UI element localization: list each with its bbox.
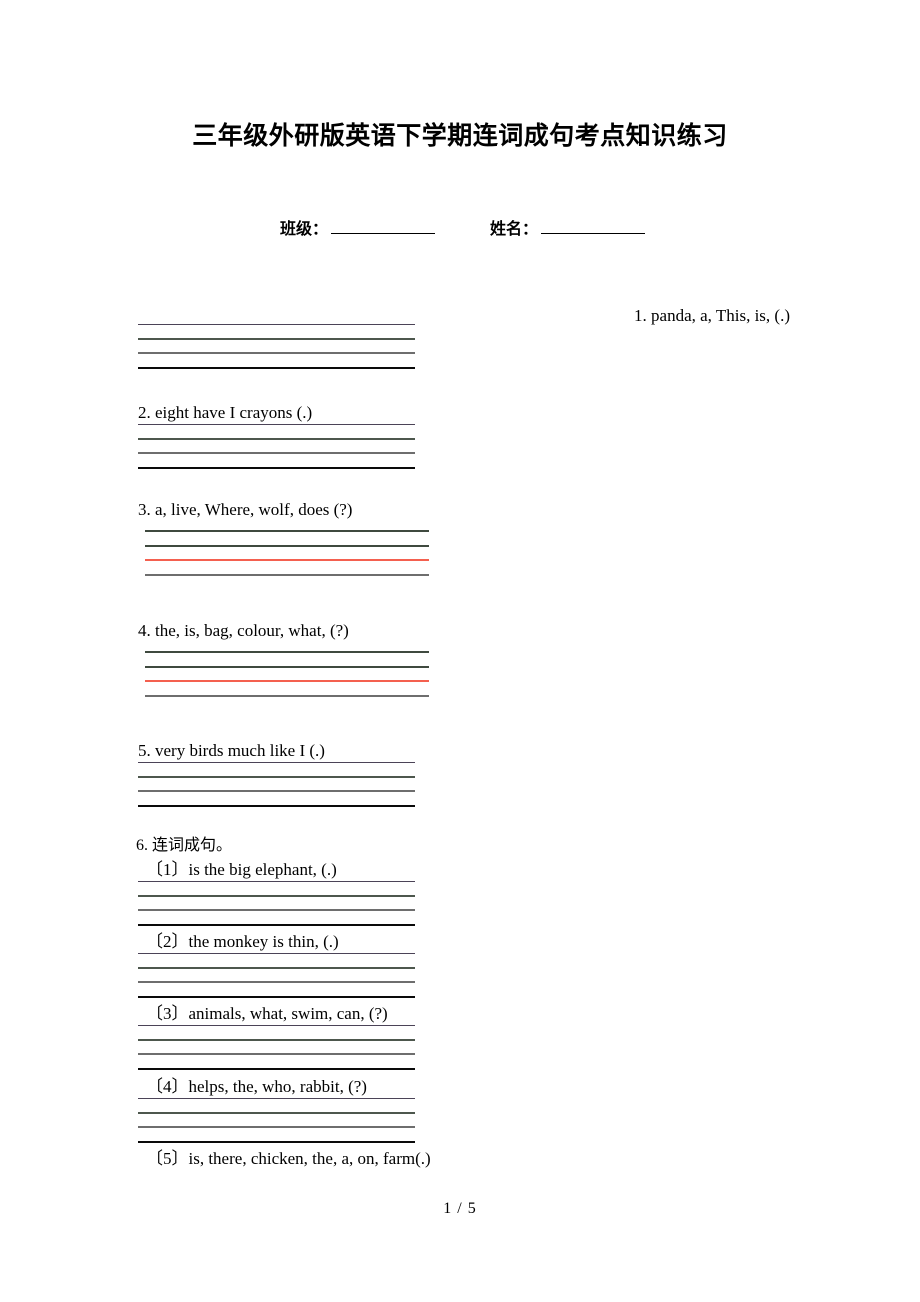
question-6-subitem-4-answer-lines[interactable] — [138, 1098, 415, 1143]
question-6-subitem-3-answer-lines[interactable] — [138, 1025, 415, 1070]
question-6-subitem-3-text: 〔3〕animals, what, swim, can, (?) — [146, 1004, 388, 1023]
question-4-answer-lines[interactable] — [145, 651, 429, 697]
worksheet-page: 三年级外研版英语下学期连词成句考点知识练习 班级： 姓名： 1. panda, … — [0, 0, 920, 1302]
answer-line[interactable] — [138, 804, 415, 807]
answer-line[interactable] — [138, 923, 415, 926]
answer-line[interactable] — [145, 573, 429, 576]
class-label: 班级： — [280, 219, 329, 238]
answer-line[interactable] — [138, 1067, 415, 1070]
question-6-subitem-5-text: 〔5〕is, there, chicken, the, a, on, farm(… — [146, 1149, 431, 1168]
name-field: 姓名： — [490, 215, 646, 239]
question-2-answer-lines[interactable] — [138, 424, 415, 469]
answer-line[interactable] — [138, 995, 415, 998]
name-label: 姓名： — [490, 219, 539, 238]
answer-line[interactable] — [138, 366, 415, 369]
page-number: 1 / 5 — [443, 1200, 477, 1217]
question-6-subitem-4-text: 〔4〕helps, the, who, rabbit, (?) — [146, 1077, 367, 1096]
class-field: 班级： — [280, 215, 436, 239]
question-2-text: 2. eight have I crayons (.) — [138, 403, 313, 422]
question-6-subitem-2-text: 〔2〕the monkey is thin, (.) — [146, 932, 339, 951]
question-3-answer-lines[interactable] — [145, 530, 429, 576]
answer-line[interactable] — [145, 694, 429, 697]
identity-row: 班级： 姓名： — [0, 215, 920, 241]
question-1-answer-lines[interactable] — [138, 324, 415, 369]
question-3-text: 3. a, live, Where, wolf, does (?) — [138, 500, 353, 519]
answer-line[interactable] — [138, 1140, 415, 1143]
question-1-text: 1. panda, a, This, is, (.) — [634, 306, 790, 325]
name-blank-input[interactable] — [541, 218, 646, 234]
question-4-text: 4. the, is, bag, colour, what, (?) — [138, 621, 349, 640]
question-5-answer-lines[interactable] — [138, 762, 415, 807]
class-blank-input[interactable] — [331, 218, 436, 234]
question-6-subitem-2-answer-lines[interactable] — [138, 953, 415, 998]
question-5-text: 5. very birds much like I (.) — [138, 741, 325, 760]
answer-line[interactable] — [138, 466, 415, 469]
question-6-subitem-1-text: 〔1〕is the big elephant, (.) — [146, 860, 337, 879]
page-title: 三年级外研版英语下学期连词成句考点知识练习 — [192, 121, 728, 150]
question-6-text: 6. 连词成句。 — [136, 837, 233, 854]
question-6-subitem-1-answer-lines[interactable] — [138, 881, 415, 926]
